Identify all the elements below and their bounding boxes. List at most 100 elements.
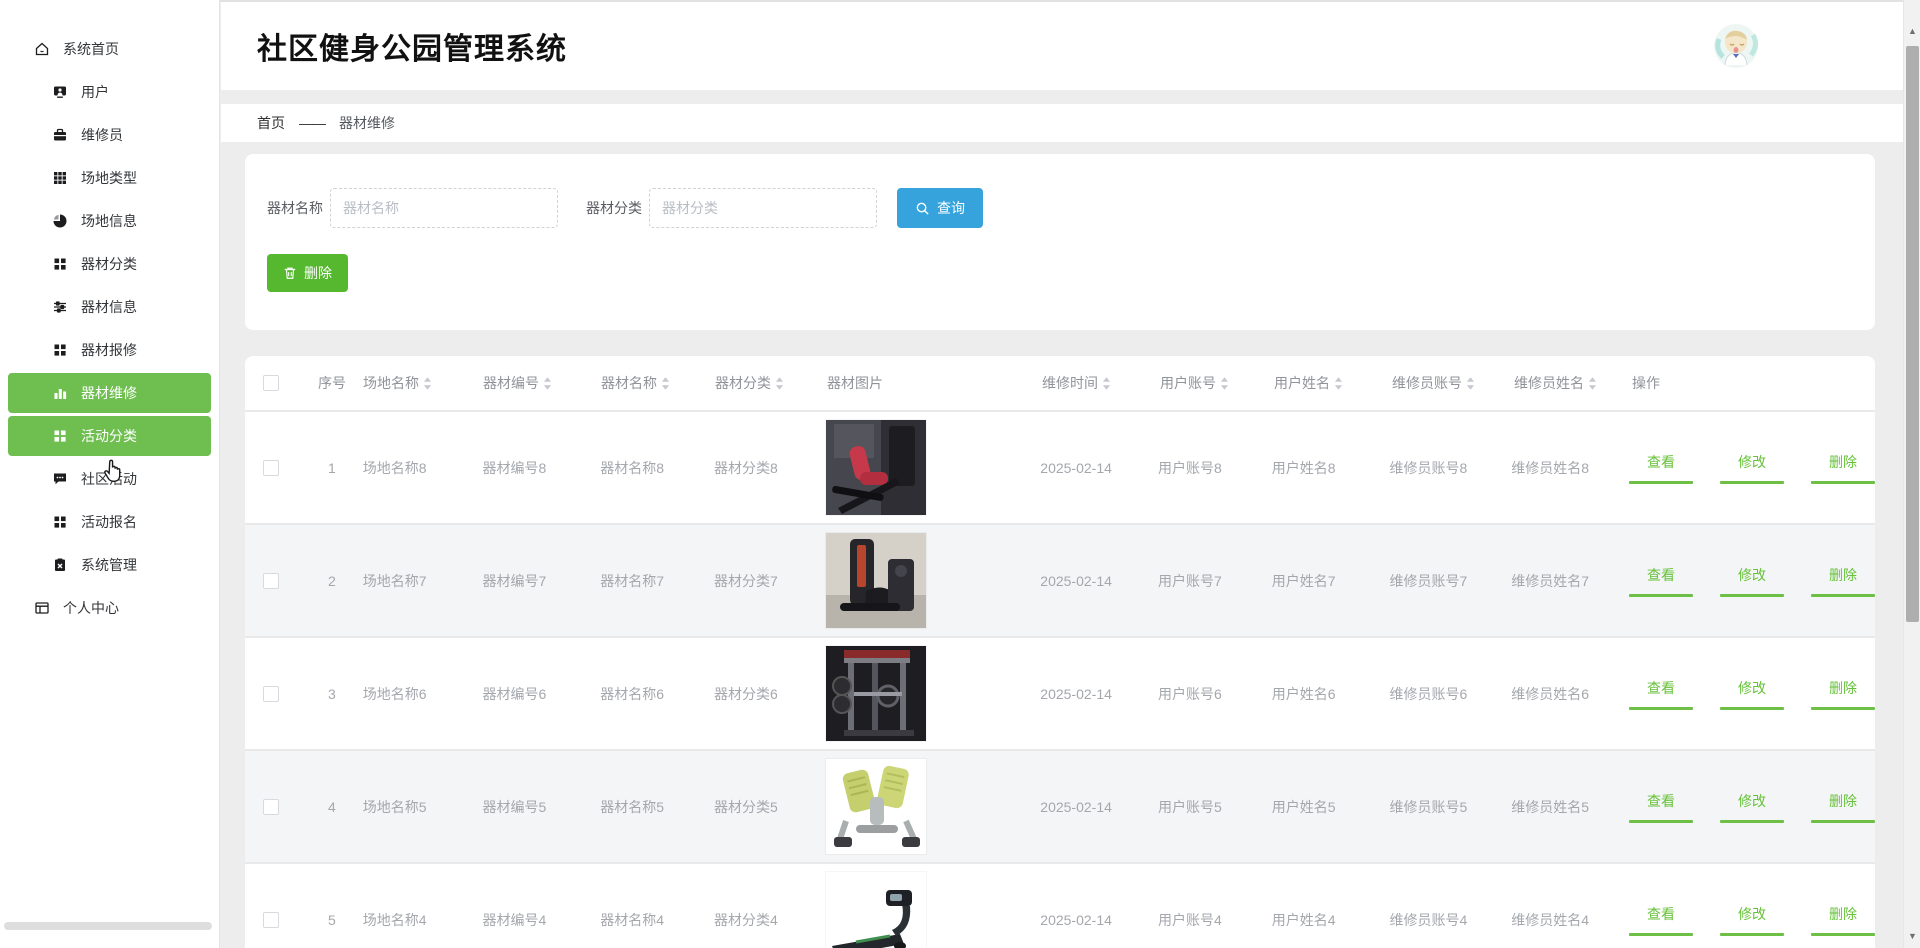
scroll-up-arrow-icon[interactable]: ▲: [1904, 22, 1920, 39]
equipment-category-input[interactable]: [649, 188, 877, 228]
sidebar-item-label: 器材分类: [81, 254, 137, 274]
column-header-equipment_category[interactable]: 器材分类: [715, 373, 827, 393]
repair-time-cell: 2025-02-14: [1040, 686, 1158, 702]
equipment-category-cell: 器材分类7: [714, 571, 826, 591]
delete-button-label: 删除: [304, 263, 332, 283]
edit-button[interactable]: 修改: [1720, 678, 1784, 710]
sort-caret-icon[interactable]: [1466, 377, 1475, 390]
delete-row-button[interactable]: 删除: [1811, 791, 1875, 823]
scrollbar-thumb[interactable]: [1906, 46, 1919, 622]
sort-caret-icon[interactable]: [543, 377, 552, 390]
power-rack-with-plates-image: [826, 646, 926, 741]
equipment-category-cell: 器材分类5: [714, 797, 826, 817]
sort-caret-icon[interactable]: [1334, 377, 1343, 390]
delete-row-button[interactable]: 删除: [1811, 565, 1875, 597]
view-button[interactable]: 查看: [1629, 904, 1693, 936]
treadmill-image: [826, 872, 926, 948]
equipment-name-cell: 器材名称4: [600, 910, 714, 930]
sidebar-item-label: 个人中心: [63, 598, 119, 618]
column-header-equipment_name[interactable]: 器材名称: [601, 373, 715, 393]
column-header-repairer_name[interactable]: 维修员姓名: [1514, 373, 1632, 393]
row-checkbox[interactable]: [263, 686, 279, 702]
row-checkbox[interactable]: [263, 799, 279, 815]
user-avatar[interactable]: [1713, 23, 1759, 69]
sidebar-item-2[interactable]: 用户: [8, 72, 211, 112]
delete-row-button[interactable]: 删除: [1811, 678, 1875, 710]
column-header-index: 序号: [301, 373, 363, 393]
actions-cell: 查看修改删除: [1629, 452, 1875, 484]
sort-caret-icon[interactable]: [1588, 377, 1597, 390]
delete-row-button[interactable]: 删除: [1811, 452, 1875, 484]
sidebar-item-6[interactable]: 器材分类: [8, 244, 211, 284]
repair-table: 序号场地名称器材编号器材名称器材分类器材图片维修时间用户账号用户姓名维修员账号维…: [245, 356, 1875, 948]
column-header-venue_name[interactable]: 场地名称: [363, 373, 483, 393]
batch-delete-button[interactable]: 删除: [267, 254, 348, 292]
column-header-repair_time[interactable]: 维修时间: [1042, 373, 1160, 393]
sidebar-item-8[interactable]: 器材报修: [8, 330, 211, 370]
breadcrumb-home-link[interactable]: 首页: [257, 113, 285, 133]
equipment-name-cell: 器材名称5: [600, 797, 714, 817]
equipment-name-input[interactable]: [330, 188, 558, 228]
chat-icon: [52, 471, 68, 487]
sidebar-item-1[interactable]: 系统首页: [8, 29, 211, 69]
actions-cell: 查看修改删除: [1629, 565, 1875, 597]
grid-2x2-icon: [52, 256, 68, 272]
select-all-cell: [245, 375, 301, 391]
sort-caret-icon[interactable]: [1220, 377, 1229, 390]
equipment-image-cell: [826, 420, 1041, 515]
edit-button[interactable]: 修改: [1720, 565, 1784, 597]
sort-caret-icon[interactable]: [1102, 377, 1111, 390]
column-header-repairer_account[interactable]: 维修员账号: [1392, 373, 1514, 393]
delete-row-button[interactable]: 删除: [1811, 904, 1875, 936]
actions-cell: 查看修改删除: [1629, 791, 1875, 823]
edit-button[interactable]: 修改: [1720, 452, 1784, 484]
sidebar-item-10[interactable]: 活动分类: [8, 416, 211, 456]
sort-caret-icon[interactable]: [775, 377, 784, 390]
row-checkbox[interactable]: [263, 912, 279, 928]
sidebar-item-7[interactable]: 器材信息: [8, 287, 211, 327]
sidebar-item-4[interactable]: 场地类型: [8, 158, 211, 198]
sidebar-item-9[interactable]: 器材维修: [8, 373, 211, 413]
vertical-scrollbar[interactable]: ▲ ▼: [1903, 0, 1920, 948]
repairer-name-cell: 维修员姓名7: [1511, 571, 1629, 591]
view-button[interactable]: 查看: [1629, 565, 1693, 597]
column-header-user_name[interactable]: 用户姓名: [1274, 373, 1392, 393]
sidebar-item-5[interactable]: 场地信息: [8, 201, 211, 241]
sidebar-item-14[interactable]: 个人中心: [8, 588, 211, 628]
sidebar-item-label: 器材报修: [81, 340, 137, 360]
sidebar-item-12[interactable]: 活动报名: [8, 502, 211, 542]
equipment-code-cell: 器材编号7: [483, 571, 601, 591]
sort-caret-icon[interactable]: [661, 377, 670, 390]
sidebar-horizontal-scrollbar[interactable]: [4, 922, 212, 930]
column-header-equipment_code[interactable]: 器材编号: [483, 373, 601, 393]
sidebar: 系统首页用户维修员场地类型场地信息器材分类器材信息器材报修器材维修活动分类社区活…: [0, 0, 220, 948]
column-header-label: 器材分类: [715, 373, 771, 393]
view-button[interactable]: 查看: [1629, 452, 1693, 484]
row-checkbox[interactable]: [263, 573, 279, 589]
repairer-account-cell: 维修员账号5: [1390, 797, 1512, 817]
column-header-user_account[interactable]: 用户账号: [1160, 373, 1274, 393]
column-header-label: 维修时间: [1042, 373, 1098, 393]
scroll-down-arrow-icon[interactable]: ▼: [1904, 927, 1920, 944]
grid-2x2-icon: [52, 342, 68, 358]
equipment-name-cell: 器材名称8: [600, 458, 714, 478]
edit-button[interactable]: 修改: [1720, 791, 1784, 823]
row-checkbox[interactable]: [263, 460, 279, 476]
sidebar-item-label: 器材信息: [81, 297, 137, 317]
column-header-label: 维修员账号: [1392, 373, 1462, 393]
sidebar-item-13[interactable]: 系统管理: [8, 545, 211, 585]
actions-cell: 查看修改删除: [1629, 904, 1875, 936]
green-mini-stepper-image: [826, 759, 926, 854]
sidebar-item-11[interactable]: 社区活动: [8, 459, 211, 499]
home-icon: [34, 41, 50, 57]
edit-button[interactable]: 修改: [1720, 904, 1784, 936]
actions-cell: 查看修改删除: [1629, 678, 1875, 710]
view-button[interactable]: 查看: [1629, 791, 1693, 823]
sort-caret-icon[interactable]: [423, 377, 432, 390]
column-header-label: 器材编号: [483, 373, 539, 393]
sidebar-item-3[interactable]: 维修员: [8, 115, 211, 155]
query-button[interactable]: 查询: [897, 188, 983, 228]
repair-time-cell: 2025-02-14: [1040, 912, 1158, 928]
select-all-checkbox[interactable]: [263, 375, 279, 391]
view-button[interactable]: 查看: [1629, 678, 1693, 710]
